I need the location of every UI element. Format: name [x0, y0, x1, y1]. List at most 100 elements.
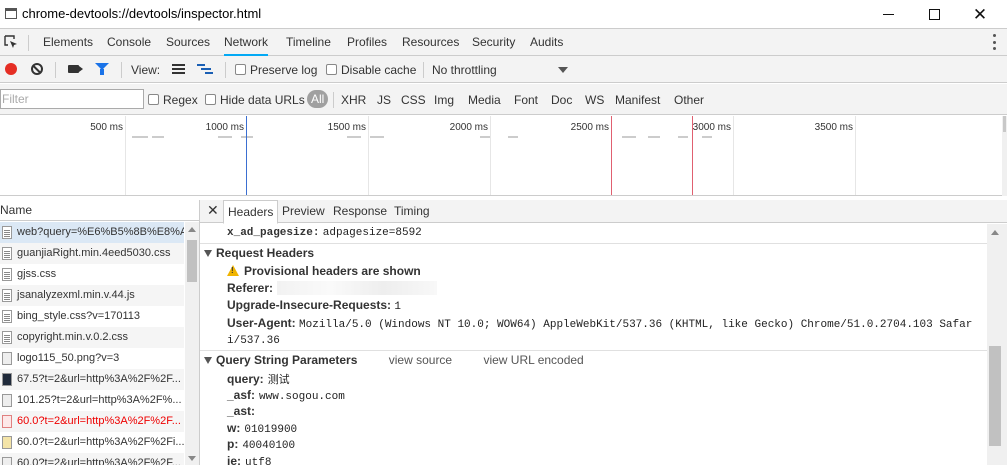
network-toolbar: View: Preserve log Disable cache No thro… — [0, 56, 1007, 83]
clear-icon[interactable] — [31, 63, 43, 75]
type-filter-css[interactable]: CSS — [401, 93, 426, 107]
type-filter-img[interactable]: Img — [434, 93, 454, 107]
request-row[interactable]: 101.25?t=2&url=http%3A%2F%... — [0, 390, 184, 411]
filter-input[interactable] — [0, 89, 144, 109]
tab-resources[interactable]: Resources — [402, 29, 459, 56]
tab-network[interactable]: Network — [224, 29, 269, 56]
scroll-down-icon[interactable] — [188, 456, 196, 461]
header-value: Mozilla/5.0 (Windows NT 10.0; WOW64) App… — [299, 319, 973, 331]
app-window-icon — [5, 8, 17, 19]
maximize-button[interactable] — [911, 0, 957, 28]
request-row[interactable]: guanjiaRight.min.4eed5030.css — [0, 243, 184, 264]
overview-waterfall-icon[interactable] — [197, 64, 213, 74]
type-filter-all[interactable]: All — [307, 90, 329, 108]
timeline-tick-label: 1000 ms — [205, 122, 244, 133]
tab-timing[interactable]: Timing — [394, 200, 430, 223]
headers-content: x_ad_pagesize: adpagesize=8592 Request H… — [200, 224, 987, 465]
throttling-select[interactable]: No throttling — [432, 63, 497, 77]
detail-tab-bar: ✕ Headers Preview Response Timing — [200, 200, 1007, 224]
header-row-x-ad-pagesize: x_ad_pagesize: adpagesize=8592 — [227, 224, 422, 239]
request-row[interactable]: copyright.min.v.0.2.css — [0, 327, 184, 348]
type-filter-font[interactable]: Font — [514, 93, 538, 107]
request-row[interactable]: 60.0?t=2&url=http%3A%2F%2F... — [0, 411, 184, 432]
close-window-button[interactable]: ✕ — [957, 0, 1003, 28]
filter-icon[interactable] — [95, 63, 109, 75]
close-detail-icon[interactable]: ✕ — [207, 202, 219, 219]
detail-scrollbar[interactable] — [987, 224, 1007, 465]
request-row[interactable]: 60.0?t=2&url=http%3A%2F%2F... — [0, 453, 184, 465]
tab-headers[interactable]: Headers — [223, 200, 279, 224]
request-row[interactable]: 60.0?t=2&url=http%3A%2F%2Fi... — [0, 432, 184, 453]
tab-security[interactable]: Security — [472, 29, 515, 56]
type-filter-manifest[interactable]: Manifest — [615, 93, 660, 107]
large-rows-icon[interactable] — [172, 64, 185, 74]
load-marker — [611, 116, 612, 195]
type-filter-js[interactable]: JS — [377, 93, 391, 107]
query-param-row: w: 01019900 — [227, 421, 297, 436]
tab-response[interactable]: Response — [333, 200, 387, 223]
tab-profiles[interactable]: Profiles — [347, 29, 387, 56]
request-name: 101.25?t=2&url=http%3A%2F%... — [17, 394, 182, 406]
overview-scrollbar[interactable] — [1002, 116, 1007, 196]
request-row[interactable]: gjss.css — [0, 264, 184, 285]
request-row[interactable]: logo115_50.png?v=3 — [0, 348, 184, 369]
request-headers-section[interactable]: Request Headers — [200, 243, 987, 262]
capture-screenshots-icon[interactable] — [68, 65, 83, 73]
type-filter-ws[interactable]: WS — [585, 93, 604, 107]
tab-timeline[interactable]: Timeline — [286, 29, 331, 56]
domcontentloaded-marker — [246, 116, 247, 195]
scroll-up-icon[interactable] — [991, 230, 999, 235]
type-filter-doc[interactable]: Doc — [551, 93, 572, 107]
view-source-link[interactable]: view source — [389, 353, 452, 367]
type-filter-other[interactable]: Other — [674, 93, 704, 107]
minimize-icon — [882, 13, 894, 15]
timeline-tick-label: 2000 ms — [449, 122, 488, 133]
expand-triangle-icon[interactable] — [204, 357, 212, 364]
expand-triangle-icon[interactable] — [204, 250, 212, 257]
type-filter-media[interactable]: Media — [468, 93, 501, 107]
more-options-icon[interactable] — [993, 34, 997, 50]
query-param-row: ie: utf8 — [227, 454, 271, 465]
tab-preview[interactable]: Preview — [282, 200, 325, 223]
image-icon — [2, 457, 12, 465]
regex-checkbox[interactable] — [148, 94, 159, 105]
disable-cache-checkbox[interactable] — [326, 64, 337, 75]
request-row[interactable]: jsanalyzexml.min.v.44.js — [0, 285, 184, 306]
request-row[interactable]: web?query=%E6%B5%8B%E8%A... — [0, 222, 184, 243]
name-column-header[interactable]: Name — [0, 200, 199, 221]
query-string-section[interactable]: Query String Parameters view source view… — [200, 350, 987, 369]
inspect-element-icon[interactable] — [4, 35, 19, 50]
redacted-value — [277, 281, 438, 295]
filter-bar: Regex Hide data URLs All XHR JS CSS Img … — [0, 84, 1007, 115]
header-row-referer: Referer: — [227, 281, 438, 295]
timeline-activity-bar — [480, 136, 490, 138]
scrollbar-thumb[interactable] — [187, 240, 197, 282]
timeline-activity-bar — [370, 136, 384, 138]
header-key: Referer: — [227, 281, 274, 295]
request-row[interactable]: bing_style.css?v=170113 — [0, 306, 184, 327]
timeline-overview[interactable]: 500 ms 1000 ms 1500 ms 2000 ms 2500 ms 3000 m… — [0, 116, 1002, 196]
minimize-button[interactable] — [865, 0, 911, 28]
chevron-down-icon[interactable] — [558, 67, 568, 73]
timeline-activity-bar — [152, 136, 164, 138]
devtools-tab-bar: Elements Console Sources Network Timelin… — [0, 28, 1007, 56]
tab-elements[interactable]: Elements — [43, 29, 93, 56]
timeline-activity-bar — [648, 136, 660, 138]
tab-console[interactable]: Console — [107, 29, 151, 56]
preserve-log-label: Preserve log — [250, 63, 318, 77]
scrollbar-thumb[interactable] — [989, 346, 1001, 446]
hide-data-urls-checkbox[interactable] — [205, 94, 216, 105]
view-url-encoded-link[interactable]: view URL encoded — [483, 353, 583, 367]
request-list-scrollbar[interactable] — [185, 222, 199, 465]
tab-audits[interactable]: Audits — [530, 29, 563, 56]
image-error-icon — [2, 415, 12, 428]
tab-sources[interactable]: Sources — [166, 29, 210, 56]
scroll-up-icon[interactable] — [188, 227, 196, 232]
request-row[interactable]: 67.5?t=2&url=http%3A%2F%2F... — [0, 369, 184, 390]
preserve-log-checkbox[interactable] — [235, 64, 246, 75]
record-icon[interactable] — [5, 63, 17, 75]
timeline-activity-bar — [132, 136, 148, 138]
request-detail-pane: ✕ Headers Preview Response Timing x_ad_p… — [200, 200, 1007, 465]
toolbar-separator — [423, 62, 424, 78]
type-filter-xhr[interactable]: XHR — [341, 93, 366, 107]
